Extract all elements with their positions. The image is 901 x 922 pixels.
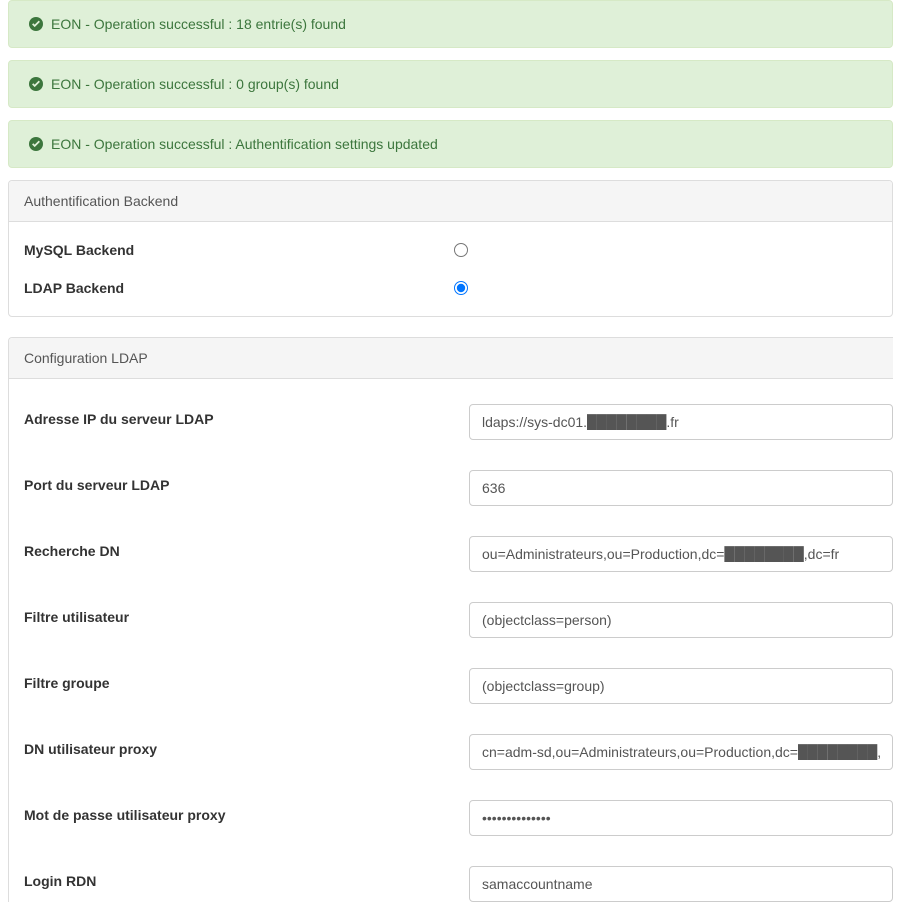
ldap-user-filter-label: Filtre utilisateur [24, 602, 469, 625]
auth-backend-panel: Authentification Backend MySQL Backend L… [8, 180, 893, 317]
ldap-backend-radio[interactable] [454, 281, 468, 295]
ldap-config-panel: Configuration LDAP Adresse IP du serveur… [8, 337, 893, 902]
ldap-search-dn-input[interactable] [469, 536, 893, 572]
ldap-proxy-password-row: Mot de passe utilisateur proxy [24, 800, 893, 836]
mysql-backend-label: MySQL Backend [24, 242, 454, 258]
check-circle-icon [29, 77, 43, 91]
alert-text: EON - Operation successful : Authentific… [51, 136, 438, 152]
ldap-server-port-row: Port du serveur LDAP [24, 470, 893, 506]
ldap-user-filter-row: Filtre utilisateur [24, 602, 893, 638]
check-circle-icon [29, 17, 43, 31]
check-circle-icon [29, 137, 43, 151]
ldap-server-ip-input[interactable] [469, 404, 893, 440]
ldap-server-port-label: Port du serveur LDAP [24, 470, 469, 493]
ldap-login-rdn-row: Login RDN [24, 866, 893, 902]
mysql-backend-row: MySQL Backend [24, 242, 877, 258]
ldap-server-ip-row: Adresse IP du serveur LDAP [24, 404, 893, 440]
ldap-proxy-user-dn-row: DN utilisateur proxy [24, 734, 893, 770]
auth-backend-heading: Authentification Backend [9, 181, 892, 222]
ldap-search-dn-label: Recherche DN [24, 536, 469, 559]
alert-success-entries: EON - Operation successful : 18 entrie(s… [8, 0, 893, 48]
ldap-login-rdn-input[interactable] [469, 866, 893, 902]
ldap-group-filter-row: Filtre groupe [24, 668, 893, 704]
ldap-group-filter-label: Filtre groupe [24, 668, 469, 691]
ldap-proxy-password-label: Mot de passe utilisateur proxy [24, 800, 469, 823]
ldap-user-filter-input[interactable] [469, 602, 893, 638]
alert-text: EON - Operation successful : 0 group(s) … [51, 76, 339, 92]
alert-success-groups: EON - Operation successful : 0 group(s) … [8, 60, 893, 108]
mysql-backend-radio[interactable] [454, 243, 468, 257]
ldap-proxy-user-dn-input[interactable] [469, 734, 893, 770]
ldap-search-dn-row: Recherche DN [24, 536, 893, 572]
ldap-backend-label: LDAP Backend [24, 280, 454, 296]
alert-success-auth-updated: EON - Operation successful : Authentific… [8, 120, 893, 168]
ldap-group-filter-input[interactable] [469, 668, 893, 704]
ldap-server-ip-label: Adresse IP du serveur LDAP [24, 404, 469, 427]
ldap-login-rdn-label: Login RDN [24, 866, 469, 889]
ldap-server-port-input[interactable] [469, 470, 893, 506]
ldap-backend-row: LDAP Backend [24, 280, 877, 296]
alert-text: EON - Operation successful : 18 entrie(s… [51, 16, 346, 32]
ldap-proxy-user-dn-label: DN utilisateur proxy [24, 734, 469, 757]
ldap-proxy-password-input[interactable] [469, 800, 893, 836]
ldap-config-heading: Configuration LDAP [9, 338, 893, 379]
